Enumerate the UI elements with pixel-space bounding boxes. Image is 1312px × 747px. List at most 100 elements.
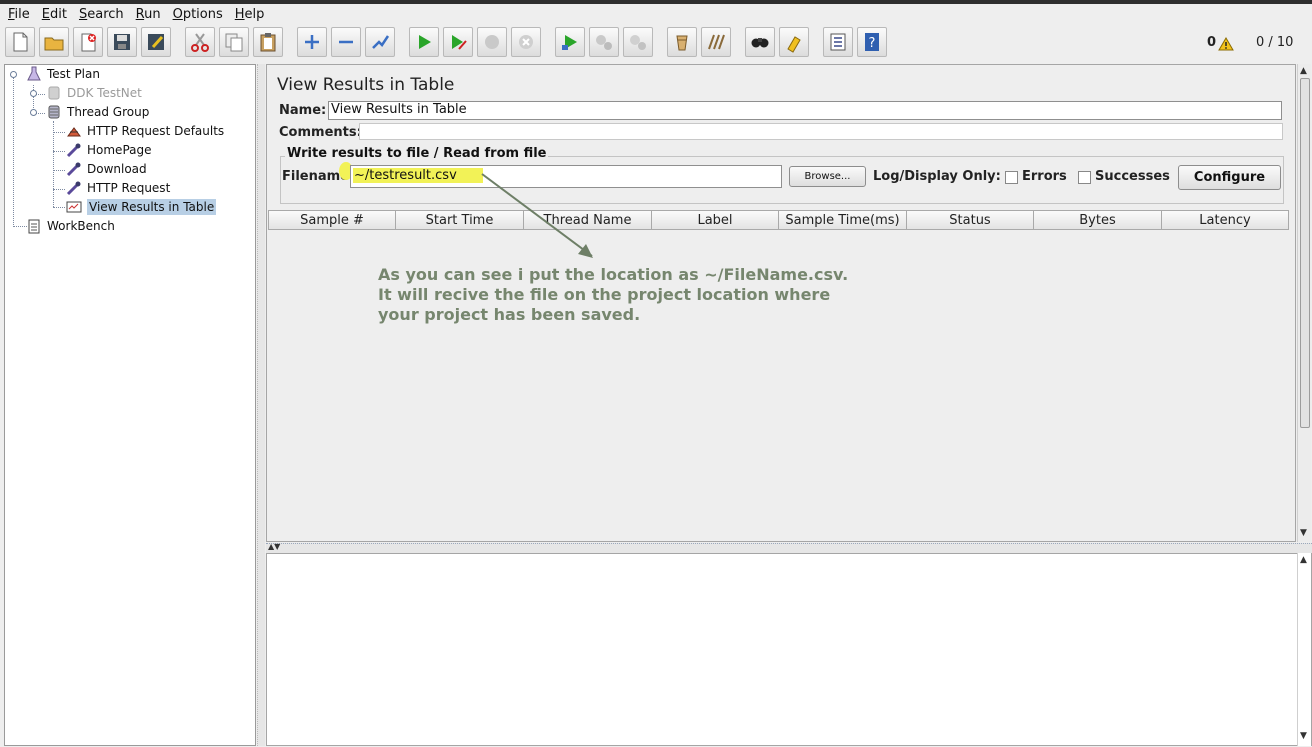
menu-options[interactable]: Options <box>173 7 223 22</box>
errors-label: Errors <box>1022 169 1067 184</box>
config-area: View Results in Table Name: View Results… <box>266 64 1296 542</box>
tree-node-test-plan[interactable]: Test Plan <box>26 65 100 83</box>
stop-button[interactable] <box>477 27 507 57</box>
upper-scrollbar[interactable]: ▲ ▼ <box>1297 64 1311 542</box>
function-helper-icon <box>830 33 846 51</box>
toggle-button[interactable] <box>365 27 395 57</box>
column-latency[interactable]: Latency <box>1162 210 1289 230</box>
close-button[interactable] <box>73 27 103 57</box>
menu-edit-rest: dit <box>50 6 67 22</box>
menu-edit-mnemonic: E <box>41 6 50 22</box>
annotation-text: As you can see i put the location as ~/F… <box>378 265 938 325</box>
log-display-label: Log/Display Only: <box>873 169 1001 184</box>
scroll-down-icon[interactable]: ▼ <box>1300 528 1307 538</box>
test-plan-tree[interactable]: Test Plan DDK TestNet Thread Group HTTP … <box>4 64 256 746</box>
scroll-down-icon[interactable]: ▼ <box>1300 731 1307 741</box>
column-sample-time[interactable]: Sample Time(ms) <box>779 210 907 230</box>
spool-icon <box>48 105 60 119</box>
scroll-up-icon[interactable]: ▲ <box>1300 66 1307 76</box>
start-button[interactable] <box>409 27 439 57</box>
tree-node-http-request-defaults[interactable]: HTTP Request Defaults <box>66 122 224 140</box>
remote-stop-button[interactable] <box>589 27 619 57</box>
errors-checkbox[interactable] <box>1005 171 1018 184</box>
toolbar: ? 0 0 / 10 <box>0 25 1312 61</box>
column-bytes[interactable]: Bytes <box>1034 210 1162 230</box>
successes-checkbox[interactable] <box>1078 171 1091 184</box>
paste-icon <box>260 33 276 52</box>
column-sample-number[interactable]: Sample # <box>268 210 396 230</box>
tree-node-homepage[interactable]: HomePage <box>66 141 152 159</box>
open-button[interactable] <box>39 27 69 57</box>
tree-node-workbench[interactable]: WorkBench <box>26 217 115 235</box>
cut-button[interactable] <box>185 27 215 57</box>
search-button[interactable] <box>745 27 775 57</box>
tree-expand-handle[interactable] <box>30 90 37 97</box>
tree-connector <box>53 189 65 190</box>
tree-node-label: WorkBench <box>47 219 115 233</box>
close-icon <box>81 33 96 52</box>
copy-button[interactable] <box>219 27 249 57</box>
tree-node-http-request[interactable]: HTTP Request <box>66 179 170 197</box>
name-label: Name: <box>279 103 327 118</box>
menu-file[interactable]: File <box>8 7 30 22</box>
vertical-splitter[interactable] <box>257 64 265 746</box>
tree-connector <box>13 226 27 227</box>
collapse-button[interactable] <box>331 27 361 57</box>
save-as-button[interactable] <box>141 27 171 57</box>
menu-run-mnemonic: R <box>135 6 145 22</box>
menu-run[interactable]: Run <box>136 7 161 22</box>
details-area[interactable] <box>266 553 1312 746</box>
function-helper-button[interactable] <box>823 27 853 57</box>
paste-button[interactable] <box>253 27 283 57</box>
warning-count: 0 <box>1207 35 1217 50</box>
menu-help[interactable]: Help <box>235 7 265 22</box>
lower-scrollbar[interactable]: ▲ ▼ <box>1297 553 1311 746</box>
tree-expand-handle[interactable] <box>10 71 17 78</box>
menu-search[interactable]: Search <box>79 7 124 22</box>
column-label[interactable]: Label <box>652 210 779 230</box>
menu-edit[interactable]: Edit <box>42 7 67 22</box>
cut-icon <box>191 33 209 52</box>
start-no-pause-button[interactable] <box>443 27 473 57</box>
tree-connector <box>53 121 54 207</box>
configure-button[interactable]: Configure <box>1178 165 1281 190</box>
listener-icon <box>66 201 82 213</box>
spool-icon <box>48 86 60 100</box>
remote-stop-icon <box>596 35 612 50</box>
tree-node-label: HomePage <box>87 143 152 157</box>
pipette-icon <box>66 162 81 177</box>
tree-node-download[interactable]: Download <box>66 160 147 178</box>
tree-node-view-results-in-table[interactable]: View Results in Table <box>66 198 217 216</box>
clear-all-button[interactable] <box>701 27 731 57</box>
menu-search-rest: earch <box>87 6 124 22</box>
shutdown-button[interactable] <box>511 27 541 57</box>
clear-button[interactable] <box>667 27 697 57</box>
horizontal-splitter[interactable]: ▲▼ <box>266 542 1312 553</box>
reset-search-button[interactable] <box>779 27 809 57</box>
remote-start-button[interactable] <box>555 27 585 57</box>
tree-node-thread-group[interactable]: Thread Group <box>46 103 149 121</box>
new-button[interactable] <box>5 27 35 57</box>
save-as-icon <box>148 34 164 50</box>
filename-value: ~/testresult.csv <box>353 168 483 183</box>
expand-button[interactable] <box>297 27 327 57</box>
menu-help-mnemonic: H <box>234 6 245 22</box>
clear-all-icon <box>708 34 725 50</box>
help-button[interactable]: ? <box>857 27 887 57</box>
tree-connector <box>53 207 65 208</box>
save-button[interactable] <box>107 27 137 57</box>
tree-node-ddk-testnet[interactable]: DDK TestNet <box>46 84 142 102</box>
tree-expand-handle[interactable] <box>30 109 37 116</box>
name-field[interactable]: View Results in Table <box>328 101 1282 120</box>
scroll-up-icon[interactable]: ▲ <box>1300 555 1307 565</box>
clear-icon <box>676 35 688 51</box>
warning-icon[interactable] <box>1218 37 1234 51</box>
comments-field[interactable] <box>359 123 1283 140</box>
help-icon: ? <box>865 33 879 51</box>
tree-node-label: Thread Group <box>67 105 150 119</box>
scrollbar-thumb[interactable] <box>1300 78 1310 428</box>
column-status[interactable]: Status <box>907 210 1034 230</box>
remote-shutdown-button[interactable] <box>623 27 653 57</box>
browse-button[interactable]: Browse... <box>789 166 866 187</box>
split-arrows-icon[interactable]: ▲▼ <box>268 542 280 551</box>
